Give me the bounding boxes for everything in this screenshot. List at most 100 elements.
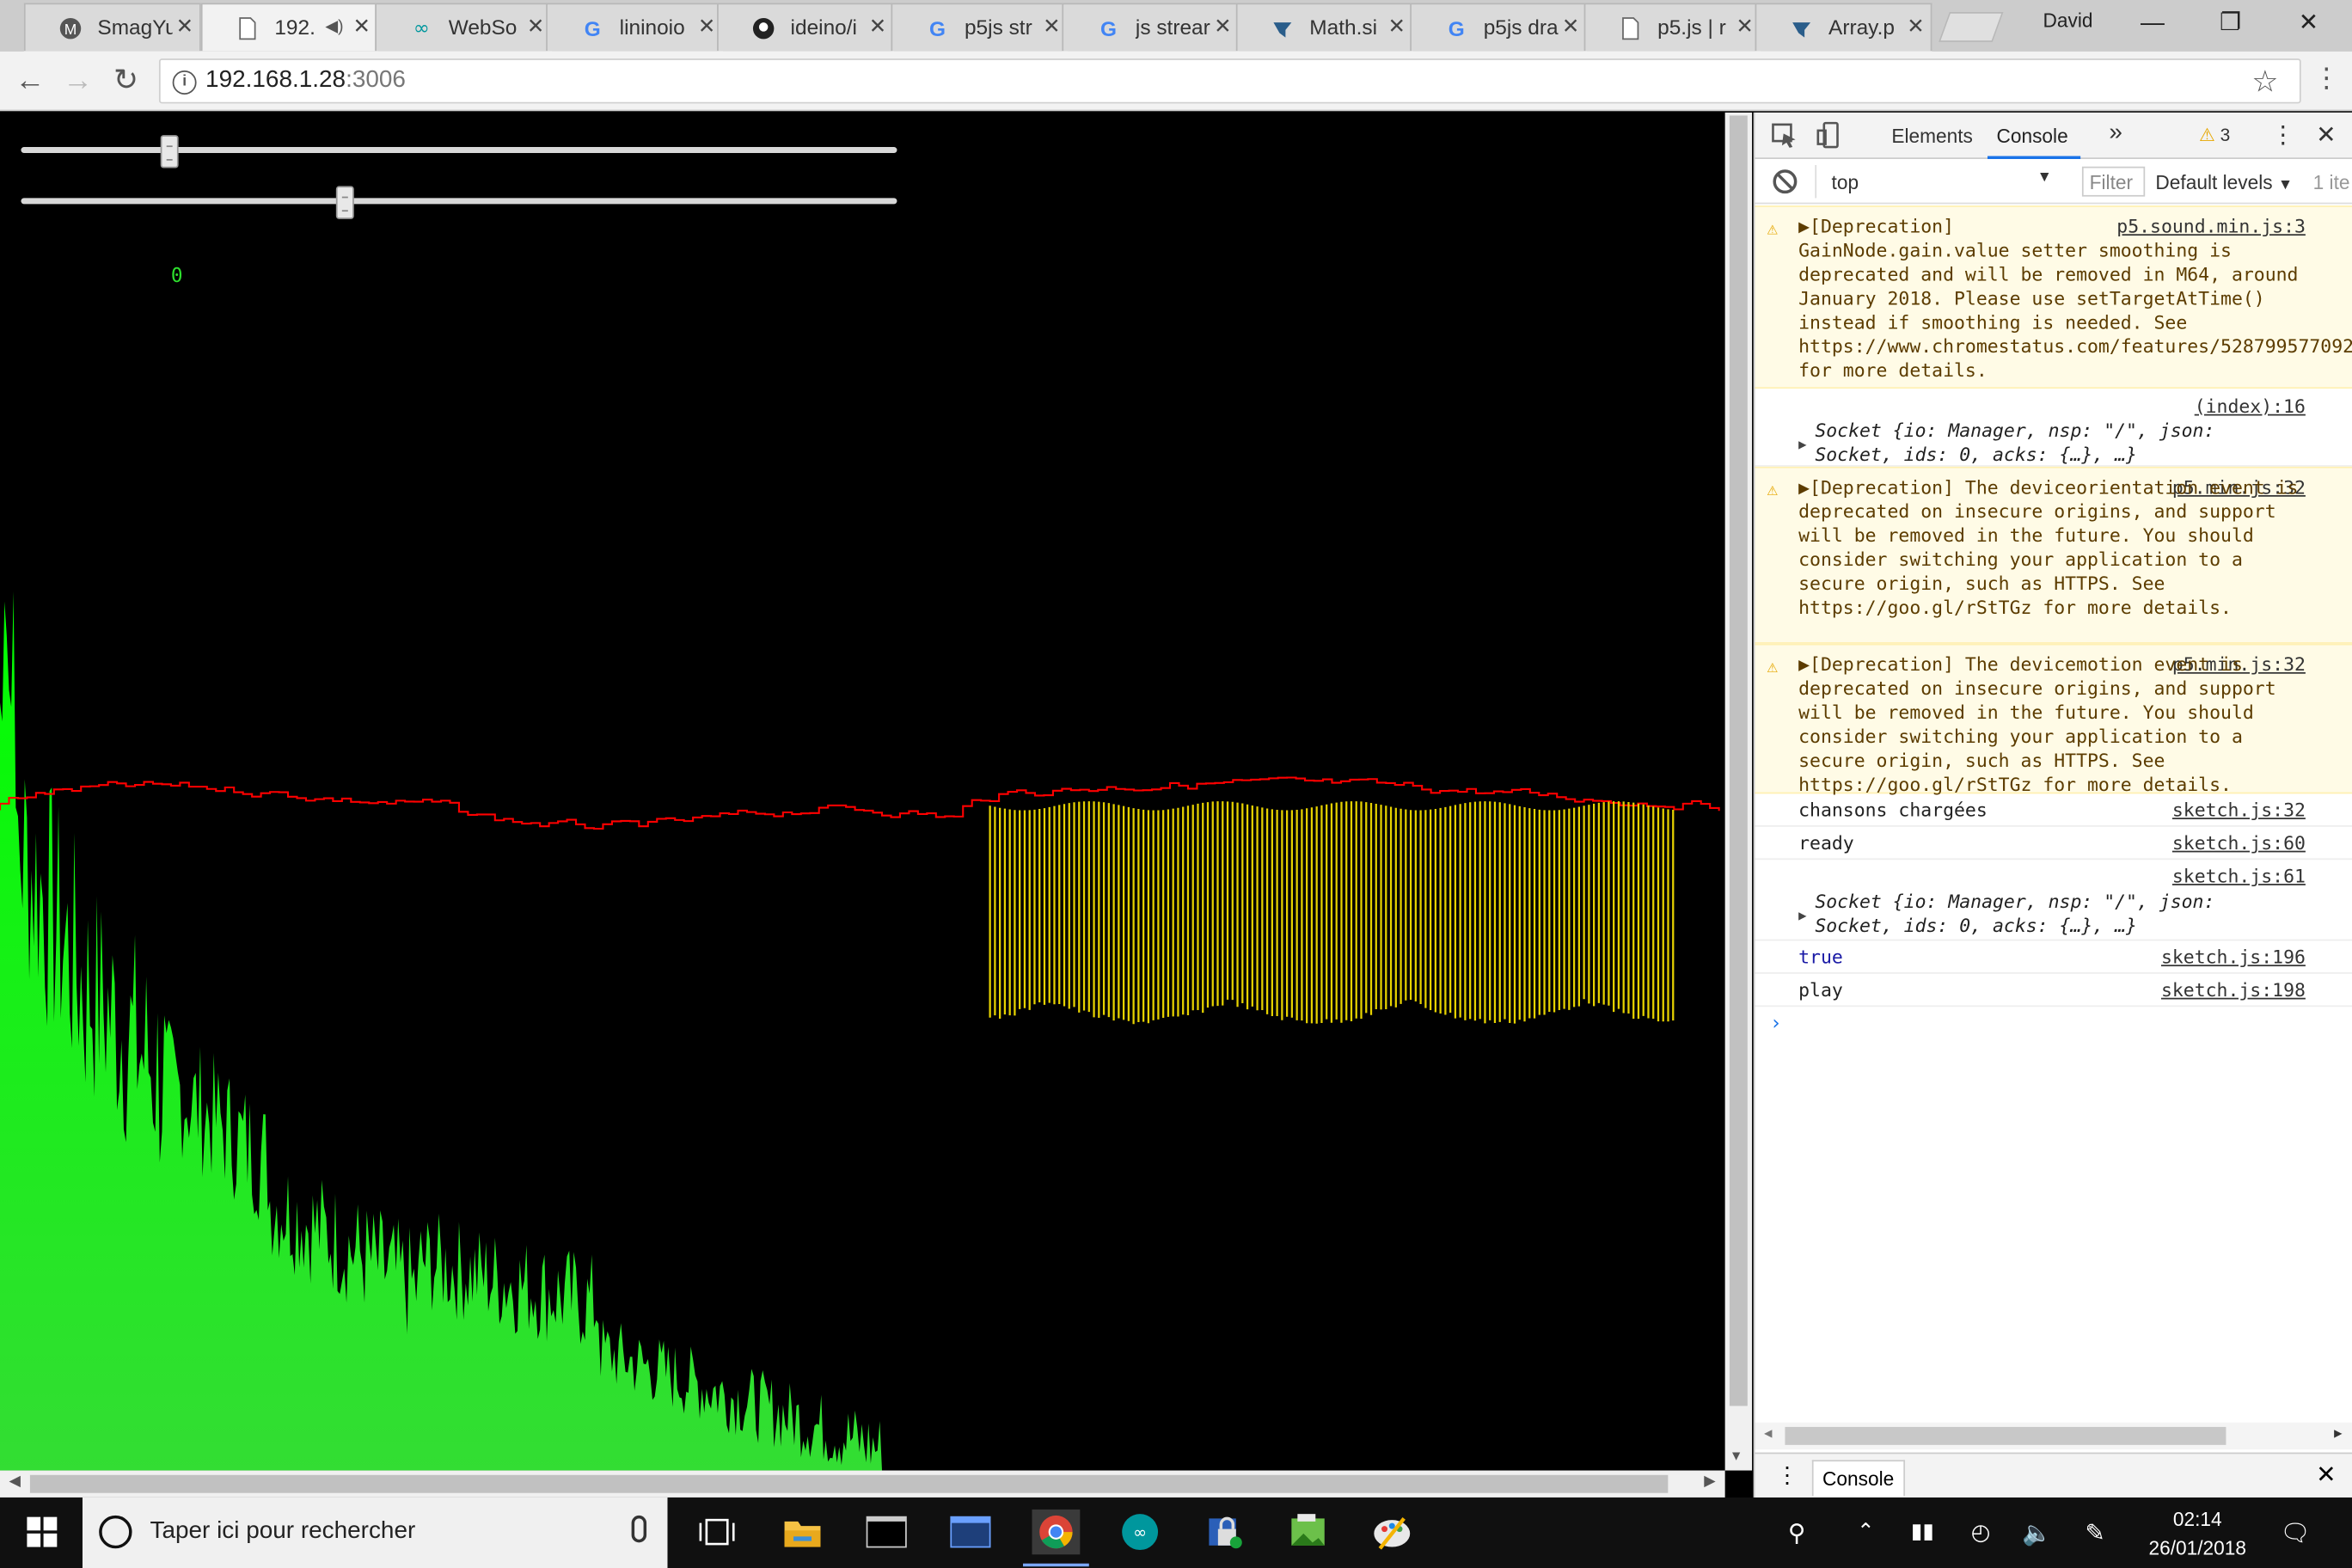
warning-counter[interactable]: ⚠ 3 bbox=[2199, 125, 2230, 145]
browser-menu-icon[interactable]: ⋮ bbox=[2313, 63, 2340, 95]
socket-object-text[interactable]: Socket {io: Manager, nsp: "/", json: Soc… bbox=[1815, 890, 2294, 938]
message-source-link[interactable]: sketch.js:61 bbox=[2172, 864, 2306, 888]
page-horizontal-scrollbar[interactable]: ◀ ▶ bbox=[0, 1470, 1725, 1498]
console-message[interactable]: sketch.js:196 true bbox=[1755, 940, 2352, 974]
profile-name[interactable]: David bbox=[2043, 9, 2093, 31]
browser-tab[interactable]: ideino/i ✕ bbox=[717, 3, 894, 52]
forward-arrow-icon[interactable]: → bbox=[60, 63, 96, 99]
context-selector[interactable]: top bbox=[1832, 171, 1859, 193]
close-window-button[interactable]: ✕ bbox=[2274, 6, 2343, 42]
scroll-right-arrow-icon[interactable]: ▶ bbox=[2334, 1427, 2342, 1442]
vertical-scroll-thumb[interactable] bbox=[1729, 115, 1748, 1406]
more-tabs-icon[interactable]: » bbox=[2109, 120, 2122, 147]
paint-app-icon[interactable] bbox=[1368, 1510, 1416, 1554]
file-explorer-icon[interactable] bbox=[779, 1510, 827, 1554]
console-prompt[interactable]: › bbox=[1770, 1013, 1782, 1037]
pen-workspace-icon[interactable]: ✎ bbox=[2085, 1518, 2104, 1548]
console-message[interactable]: ⚠ p5.min.js:32 ▶[Deprecation] The device… bbox=[1755, 466, 2352, 644]
address-bar[interactable]: i 192.168.1.28:3006 ☆ bbox=[158, 58, 2301, 104]
browser-tab[interactable]: M SmagYu ✕ bbox=[23, 3, 201, 52]
slider-2-thumb[interactable] bbox=[335, 186, 354, 219]
close-tab-icon[interactable]: ✕ bbox=[1907, 14, 1924, 40]
tab-elements[interactable]: Elements bbox=[1891, 125, 1973, 147]
close-tab-icon[interactable]: ✕ bbox=[353, 14, 371, 40]
chrome-icon[interactable] bbox=[1023, 1509, 1089, 1567]
url-text[interactable]: 192.168.1.28:3006 bbox=[205, 68, 406, 95]
console-message[interactable]: sketch.js:60 ready bbox=[1755, 827, 2352, 861]
close-tab-icon[interactable]: ✕ bbox=[869, 14, 886, 40]
arduino-icon[interactable]: ∞ bbox=[1116, 1510, 1164, 1554]
scroll-left-arrow-icon[interactable]: ◀ bbox=[9, 1473, 20, 1490]
console-message[interactable]: ⚠ p5.sound.min.js:3 ▶[Deprecation] GainN… bbox=[1755, 205, 2352, 389]
search-placeholder[interactable]: Taper ici pour rechercher bbox=[150, 1518, 415, 1545]
browser-tab[interactable]: Array.p ✕ bbox=[1755, 3, 1932, 52]
context-caret-icon[interactable]: ▼ bbox=[2037, 169, 2052, 186]
browser-tab[interactable]: Gjs strear ✕ bbox=[1062, 3, 1240, 52]
page-vertical-scrollbar[interactable]: ▼ bbox=[1724, 112, 1753, 1471]
microphone-icon[interactable] bbox=[631, 1515, 647, 1543]
taskbar-clock[interactable]: 02:14 26/01/2018 bbox=[2142, 1505, 2253, 1562]
browser-tab[interactable]: Gp5js str ✕ bbox=[891, 3, 1069, 52]
slider-1-track[interactable] bbox=[21, 147, 897, 154]
expand-triangle-icon[interactable]: ▶ bbox=[1798, 905, 1806, 929]
browser-tab[interactable]: Glininoio ✕ bbox=[546, 3, 724, 52]
console-message[interactable]: sketch.js:198 play bbox=[1755, 974, 2352, 1008]
close-tab-icon[interactable]: ✕ bbox=[1736, 14, 1753, 40]
cortana-icon[interactable] bbox=[99, 1515, 132, 1549]
close-tab-icon[interactable]: ✕ bbox=[1387, 14, 1405, 40]
battery-icon[interactable]: ▮▮ bbox=[1911, 1518, 1934, 1544]
close-tab-icon[interactable]: ✕ bbox=[176, 14, 193, 40]
scroll-down-arrow-icon[interactable]: ▼ bbox=[1730, 1448, 1743, 1462]
volume-icon[interactable]: 🔈 bbox=[2022, 1518, 2052, 1548]
browser-tab[interactable]: p5.js | r ✕ bbox=[1583, 3, 1761, 52]
drawer-tab-console[interactable]: Console bbox=[1811, 1460, 1905, 1497]
console-output[interactable]: ⚠ p5.sound.min.js:3 ▶[Deprecation] GainN… bbox=[1755, 205, 2352, 1436]
close-tab-icon[interactable]: ✕ bbox=[1562, 14, 1579, 40]
close-devtools-icon[interactable]: ✕ bbox=[2316, 120, 2336, 150]
terminal-icon[interactable] bbox=[862, 1510, 910, 1554]
show-hidden-icons-icon[interactable]: ⌃ bbox=[1857, 1518, 1874, 1544]
console-scroll-thumb[interactable] bbox=[1785, 1426, 2226, 1445]
back-arrow-icon[interactable]: ← bbox=[12, 63, 48, 99]
people-icon[interactable]: ⚲ bbox=[1788, 1518, 1805, 1548]
inspect-element-icon[interactable] bbox=[1770, 121, 1800, 148]
bookmark-star-icon[interactable]: ☆ bbox=[2251, 63, 2278, 101]
browser-tab[interactable]: Math.si ✕ bbox=[1235, 3, 1413, 52]
image-editor-icon[interactable] bbox=[1284, 1510, 1332, 1554]
console-message[interactable]: (index):16 Socket {io: Manager, nsp: "/"… bbox=[1755, 389, 2352, 467]
window-app-icon[interactable] bbox=[946, 1510, 995, 1554]
clear-console-icon[interactable] bbox=[1773, 169, 1798, 194]
slider-1-thumb[interactable] bbox=[161, 135, 180, 168]
scroll-left-arrow-icon[interactable]: ◀ bbox=[1764, 1427, 1772, 1442]
console-message[interactable]: sketch.js:61 Socket {io: Manager, nsp: "… bbox=[1755, 860, 2352, 941]
log-levels-dropdown[interactable]: Default levels ▼ bbox=[2155, 171, 2293, 193]
browser-tab[interactable]: Gp5js dra ✕ bbox=[1410, 3, 1588, 52]
wifi-icon[interactable]: ◴ bbox=[1971, 1518, 1991, 1546]
close-tab-icon[interactable]: ✕ bbox=[698, 14, 715, 40]
action-center-icon[interactable]: 🗨 bbox=[2280, 1518, 2310, 1548]
socket-object-text[interactable]: Socket {io: Manager, nsp: "/", json: Soc… bbox=[1815, 419, 2294, 467]
close-tab-icon[interactable]: ✕ bbox=[1043, 14, 1060, 40]
taskbar-search-box[interactable]: Taper ici pour rechercher bbox=[82, 1497, 668, 1568]
close-drawer-icon[interactable]: ✕ bbox=[2316, 1460, 2336, 1490]
expand-triangle-icon[interactable]: ▶ bbox=[1798, 433, 1806, 457]
horizontal-scroll-thumb[interactable] bbox=[29, 1474, 1669, 1493]
close-tab-icon[interactable]: ✕ bbox=[1214, 14, 1231, 40]
task-view-icon[interactable] bbox=[693, 1510, 741, 1554]
reload-icon[interactable]: ↻ bbox=[108, 63, 144, 99]
console-horizontal-scrollbar[interactable]: ◀ ▶ bbox=[1755, 1422, 2352, 1450]
console-message[interactable]: sketch.js:32 chansons chargées bbox=[1755, 793, 2352, 827]
browser-tab[interactable]: ∞ WebSo ✕ bbox=[375, 3, 553, 52]
page-canvas[interactable]: 0 bbox=[0, 112, 1725, 1471]
security-app-icon[interactable] bbox=[1200, 1510, 1248, 1554]
message-source-link[interactable]: (index):16 bbox=[2195, 395, 2306, 419]
new-tab-button[interactable] bbox=[1939, 11, 2004, 42]
device-toolbar-icon[interactable] bbox=[1815, 121, 1845, 149]
devtools-menu-icon[interactable]: ⋮ bbox=[2271, 120, 2295, 150]
browser-tab[interactable]: 192. ◀) ✕ bbox=[200, 3, 378, 52]
slider-2-track[interactable] bbox=[21, 198, 897, 205]
console-message[interactable]: ⚠ p5.min.js:32 ▶[Deprecation] The device… bbox=[1755, 643, 2352, 795]
tab-console[interactable]: Console bbox=[1988, 125, 2080, 160]
close-tab-icon[interactable]: ✕ bbox=[527, 14, 544, 40]
drawer-menu-icon[interactable]: ⋮ bbox=[1776, 1461, 1798, 1489]
